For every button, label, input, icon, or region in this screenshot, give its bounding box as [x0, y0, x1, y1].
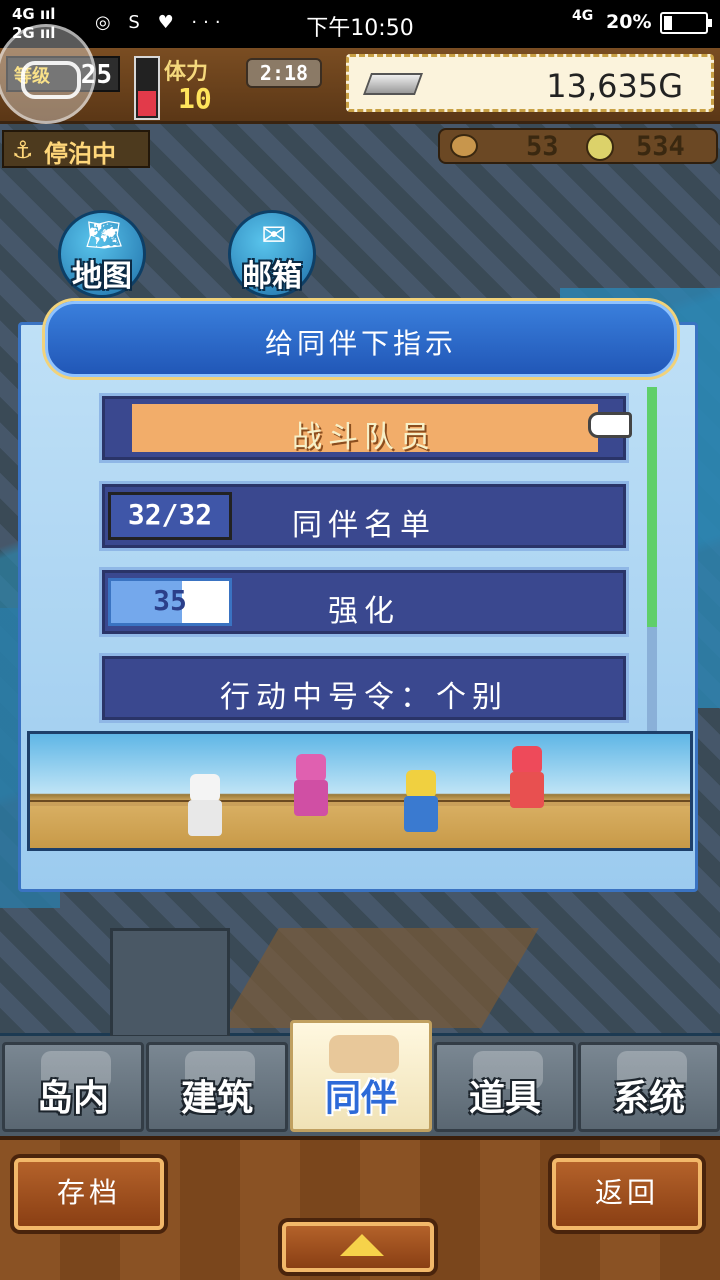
stamina-timer: 2:18: [246, 58, 322, 88]
enhance-button[interactable]: 35 强化: [99, 567, 629, 637]
command-button[interactable]: 行动中号令：个别: [99, 653, 629, 723]
party-member-4-body: [510, 772, 544, 808]
mailbox-button[interactable]: ✉ 邮箱: [228, 210, 316, 298]
companion-command-dialog: 给同伴下指示 战斗队员 32/32 同伴名单 35 强化 行动中号令：个别: [18, 301, 698, 892]
party-preview: [27, 731, 693, 851]
gold-panel: 13,635G: [346, 54, 714, 112]
mailbox-icon: ✉: [261, 218, 287, 253]
party-member-4: [502, 746, 552, 816]
pointing-hand-icon: [588, 412, 632, 438]
map-icon: 🗺: [84, 218, 124, 253]
tab-system[interactable]: 系统: [578, 1042, 720, 1132]
dialog-title: 给同伴下指示: [264, 327, 457, 360]
party-member-3: [396, 770, 446, 840]
pier: [221, 928, 539, 1028]
party-member-1: [180, 774, 230, 844]
battery-icon: [660, 12, 712, 34]
arrow-up-icon: [340, 1234, 384, 1256]
tab-island-label: 岛内: [36, 1078, 109, 1119]
tab-buildings[interactable]: 建筑: [146, 1042, 288, 1132]
tab-companions[interactable]: 同伴: [290, 1020, 432, 1132]
scrollbar-thumb[interactable]: [647, 387, 657, 627]
mailbox-button-label: 邮箱: [242, 259, 302, 294]
ship-rail: [30, 800, 690, 806]
enhance-label: 强化: [328, 594, 400, 629]
gamepad-overlay-icon[interactable]: [0, 24, 96, 124]
anchor-icon: ⚓: [12, 136, 34, 164]
berth-status[interactable]: ⚓ 停泊中: [2, 130, 150, 168]
dialog-header: 给同伴下指示: [45, 301, 677, 377]
expand-button[interactable]: [282, 1222, 434, 1272]
map-button-label: 地图: [72, 259, 132, 294]
roster-label: 同伴名单: [292, 508, 436, 543]
tab-items-label: 道具: [468, 1078, 541, 1119]
party-member-2: [286, 754, 336, 824]
coin-icon: [586, 133, 614, 161]
party-member-3-body: [404, 796, 438, 832]
tower-building[interactable]: [110, 928, 230, 1038]
bottom-bar: 存档 返回: [0, 1136, 720, 1280]
berth-label: 停泊中: [44, 140, 116, 168]
top-hud: 等级 25 体力 10 2:18 13,635G: [0, 48, 720, 124]
companions-icon: [329, 1035, 399, 1073]
tab-island[interactable]: 岛内: [2, 1042, 144, 1132]
roster-button[interactable]: 32/32 同伴名单: [99, 481, 629, 551]
battle-team-button[interactable]: 战斗队员: [99, 393, 632, 463]
command-label: 行动中号令：个别: [220, 680, 508, 715]
battle-team-label: 战斗队员: [292, 420, 436, 455]
tab-companions-label: 同伴: [324, 1078, 397, 1119]
save-button[interactable]: 存档: [14, 1158, 164, 1230]
resource-bar: 53 534: [438, 128, 718, 164]
party-member-2-head: [296, 754, 326, 782]
stamina-value: 10: [178, 82, 212, 115]
party-member-1-head: [190, 774, 220, 802]
gold-value: 13,635G: [546, 67, 683, 105]
party-member-2-body: [294, 780, 328, 816]
party-member-1-body: [188, 800, 222, 836]
coin-value: 534: [636, 131, 685, 162]
back-button[interactable]: 返回: [552, 1158, 702, 1230]
map-button[interactable]: 🗺 地图: [58, 210, 146, 298]
tab-system-label: 系统: [612, 1078, 685, 1119]
food-value: 53: [526, 131, 559, 162]
stamina-fill: [138, 90, 156, 116]
battery-percent: 20%: [606, 11, 652, 33]
food-icon: [450, 134, 478, 158]
status-bar: 4G ııl 2G ııl ◎ S ♥ ··· 下午10:50 4G 20%: [0, 0, 720, 48]
party-member-4-head: [512, 746, 542, 774]
stamina-gauge: [134, 56, 160, 120]
silver-ingot-icon: [362, 73, 424, 95]
tab-buildings-label: 建筑: [180, 1078, 253, 1119]
dialog-scrollbar[interactable]: [647, 387, 657, 737]
network-type: 4G: [572, 8, 594, 24]
party-member-3-head: [406, 770, 436, 798]
bottom-tabs: 岛内 建筑 同伴 道具 系统: [0, 1020, 720, 1136]
battery-fill: [664, 16, 672, 30]
stamina-panel: 体力 10: [164, 52, 242, 116]
tab-items[interactable]: 道具: [434, 1042, 576, 1132]
